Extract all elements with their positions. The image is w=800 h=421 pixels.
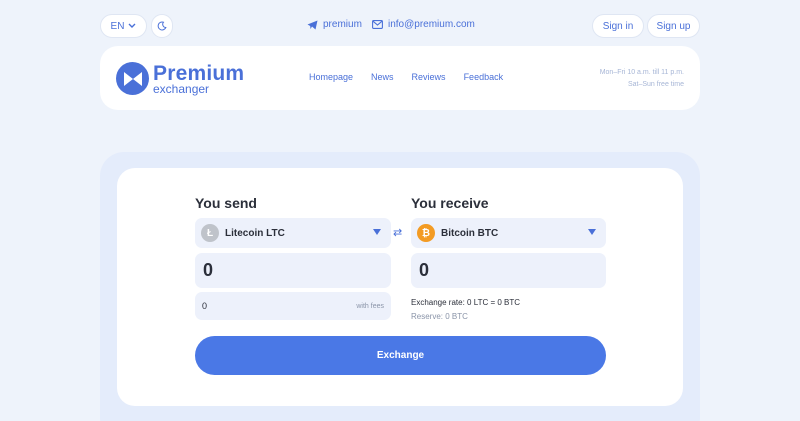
- exchange-rate: Exchange rate: 0 LTC = 0 BTC: [411, 298, 521, 307]
- nav-reviews[interactable]: Reviews: [412, 72, 446, 82]
- nav-feedback[interactable]: Feedback: [464, 72, 504, 82]
- site-header: Premium exchanger Homepage News Reviews …: [100, 46, 700, 110]
- reserve-info: Reserve: 0 BTC: [411, 312, 468, 321]
- logo-mark-icon: [116, 62, 149, 95]
- logo-title: Premium: [153, 61, 245, 85]
- dropdown-caret-icon: [373, 229, 381, 235]
- with-fees-input[interactable]: 0 with fees: [195, 292, 391, 320]
- receive-title: You receive: [411, 195, 489, 211]
- fees-value: 0: [202, 301, 208, 311]
- moon-icon: [157, 21, 167, 31]
- logo[interactable]: Premium exchanger: [116, 62, 244, 95]
- nav-news[interactable]: News: [371, 72, 394, 82]
- email-link[interactable]: info@premium.com: [372, 19, 475, 30]
- top-bar: EN premium info@premium.com Sign in Sign…: [100, 14, 700, 38]
- hours-weekend: Sat–Sun free time: [627, 81, 684, 88]
- receive-currency-select[interactable]: ₿ Bitcoin BTC: [411, 218, 606, 248]
- sign-in-button[interactable]: Sign in: [592, 14, 644, 38]
- mail-icon: [372, 20, 383, 29]
- dropdown-caret-icon: [588, 229, 596, 235]
- send-title: You send: [195, 195, 257, 211]
- theme-toggle[interactable]: [151, 14, 173, 38]
- fees-note: with fees: [356, 302, 384, 310]
- email-label: info@premium.com: [388, 19, 475, 30]
- exchange-button[interactable]: Exchange: [195, 336, 606, 375]
- send-currency-select[interactable]: Ł Litecoin LTC: [195, 218, 391, 248]
- receive-amount-input[interactable]: 0: [411, 253, 606, 288]
- telegram-icon: [307, 20, 318, 29]
- telegram-label: premium: [323, 19, 362, 30]
- sign-up-button[interactable]: Sign up: [647, 14, 700, 38]
- bitcoin-icon: ₿: [417, 224, 435, 242]
- hours-weekday: Mon–Fri 10 a.m. till 11 p.m.: [599, 69, 684, 76]
- nav-homepage[interactable]: Homepage: [309, 72, 353, 82]
- send-amount-input[interactable]: 0: [195, 253, 391, 288]
- send-currency-label: Litecoin LTC: [225, 227, 285, 239]
- language-selector[interactable]: EN: [100, 14, 147, 38]
- main-nav: Homepage News Reviews Feedback: [309, 72, 503, 82]
- telegram-link[interactable]: premium: [307, 19, 362, 30]
- litecoin-icon: Ł: [201, 224, 219, 242]
- language-label: EN: [110, 20, 125, 32]
- swap-arrows-icon[interactable]: ⇄: [393, 226, 402, 239]
- working-hours: Mon–Fri 10 a.m. till 11 p.m. Sat–Sun fre…: [600, 67, 684, 91]
- receive-currency-label: Bitcoin BTC: [441, 227, 499, 239]
- chevron-down-icon: [128, 23, 136, 28]
